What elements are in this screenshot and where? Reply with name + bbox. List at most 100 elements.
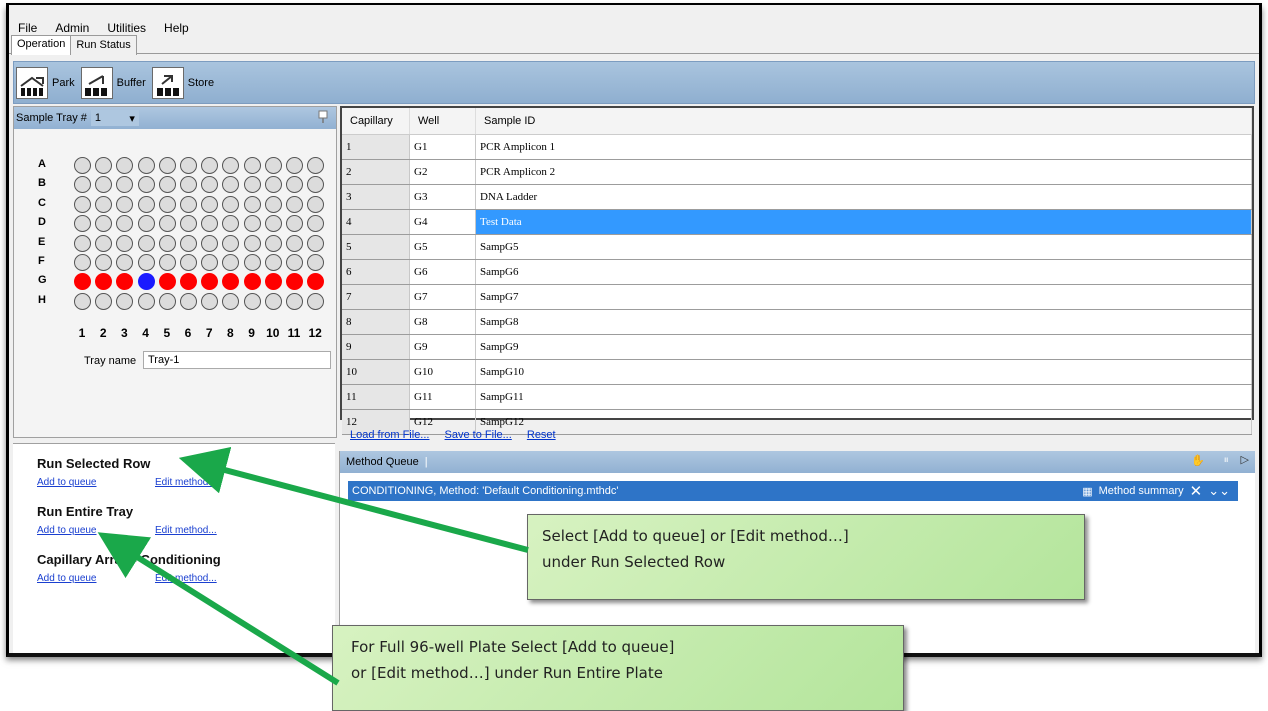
well-C9[interactable] [243, 195, 261, 213]
well-E11[interactable] [286, 234, 303, 252]
well-H12[interactable] [307, 292, 325, 310]
capillary-cell[interactable]: 10 [342, 359, 410, 385]
conditioning-add-to-queue-link[interactable]: Add to queue [37, 573, 97, 584]
well-A12[interactable] [307, 157, 325, 174]
capillary-cell[interactable]: 11 [342, 384, 410, 410]
well-E9[interactable] [243, 234, 261, 252]
well-B8[interactable] [222, 176, 240, 194]
well-cell[interactable]: G1 [409, 134, 476, 160]
well-A2[interactable] [95, 157, 113, 174]
well-H6[interactable] [180, 292, 197, 310]
well-F8[interactable] [222, 254, 240, 271]
double-chevron-down-icon[interactable]: ⌄⌄ [1208, 483, 1230, 499]
well-C7[interactable] [201, 195, 219, 213]
pause-icon[interactable]: ⏸ [1224, 454, 1230, 467]
well-E1[interactable] [74, 234, 91, 252]
well-G6[interactable] [180, 273, 197, 291]
capillary-cell[interactable]: 9 [342, 334, 410, 360]
well-H7[interactable] [201, 292, 219, 310]
well-A7[interactable] [201, 157, 219, 174]
selected-row-edit-method-link[interactable]: Edit method... [155, 477, 217, 488]
well-C2[interactable] [95, 195, 113, 213]
well-G5[interactable] [158, 273, 176, 291]
well-E6[interactable] [180, 234, 197, 252]
buffer-button[interactable]: Buffer [80, 66, 146, 99]
well-H2[interactable] [95, 292, 113, 310]
menu-help[interactable]: Help [155, 17, 198, 39]
well-E5[interactable] [158, 234, 176, 252]
sample-id-cell[interactable]: PCR Amplicon 1 [475, 134, 1252, 160]
entire-tray-add-to-queue-link[interactable]: Add to queue [37, 525, 97, 536]
well-cell[interactable]: G4 [409, 209, 476, 235]
well-cell[interactable]: G10 [409, 359, 476, 385]
conditioning-edit-method-link[interactable]: Edit method... [155, 573, 217, 584]
well-C8[interactable] [222, 195, 240, 213]
well-A6[interactable] [180, 157, 197, 174]
well-H5[interactable] [158, 292, 176, 310]
well-B6[interactable] [180, 176, 197, 194]
method-summary-link[interactable]: Method summary [1099, 485, 1184, 497]
well-D10[interactable] [264, 215, 282, 233]
well-H11[interactable] [286, 292, 303, 310]
well-E8[interactable] [222, 234, 240, 252]
table-row[interactable]: 4 G4 Test Data [342, 209, 1252, 235]
well-H9[interactable] [243, 292, 261, 310]
entire-tray-edit-method-link[interactable]: Edit method... [155, 525, 217, 536]
header-well[interactable]: Well [409, 108, 476, 135]
well-H3[interactable] [116, 292, 134, 310]
well-C6[interactable] [180, 195, 197, 213]
well-C4[interactable] [137, 195, 155, 213]
well-H10[interactable] [264, 292, 282, 310]
tab-operation[interactable]: Operation [11, 35, 72, 55]
capillary-cell[interactable]: 3 [342, 184, 410, 210]
well-C10[interactable] [264, 195, 282, 213]
table-row[interactable]: 6 G6 SampG6 [342, 259, 1252, 285]
well-F5[interactable] [158, 254, 176, 271]
well-F10[interactable] [264, 254, 282, 271]
well-E3[interactable] [116, 234, 134, 252]
table-row[interactable]: 2 G2 PCR Amplicon 2 [342, 159, 1252, 185]
sample-id-cell[interactable]: SampG12 [475, 409, 1252, 435]
well-G11[interactable] [286, 273, 303, 291]
well-C5[interactable] [158, 195, 176, 213]
well-G8[interactable] [222, 273, 240, 291]
well-G4[interactable] [137, 273, 155, 291]
well-cell[interactable]: G7 [409, 284, 476, 310]
well-F11[interactable] [286, 254, 303, 271]
sample-id-cell[interactable]: SampG11 [475, 384, 1252, 410]
well-E7[interactable] [201, 234, 219, 252]
well-D5[interactable] [158, 215, 176, 233]
well-A8[interactable] [222, 157, 240, 174]
header-capillary[interactable]: Capillary [342, 108, 410, 135]
capillary-cell[interactable]: 6 [342, 259, 410, 285]
well-C1[interactable] [74, 195, 91, 213]
well-D1[interactable] [74, 215, 91, 233]
sample-id-cell[interactable]: SampG5 [475, 234, 1252, 260]
well-A9[interactable] [243, 157, 261, 174]
sample-id-cell[interactable]: SampG9 [475, 334, 1252, 360]
well-B9[interactable] [243, 176, 261, 194]
well-C12[interactable] [307, 195, 325, 213]
tray-number-select[interactable]: 1 ▾ [90, 110, 139, 126]
tab-run-status[interactable]: Run Status [70, 35, 137, 55]
tray-name-input[interactable]: Tray-1 [143, 351, 331, 369]
well-cell[interactable]: G6 [409, 259, 476, 285]
well-F6[interactable] [180, 254, 197, 271]
header-sample-id[interactable]: Sample ID [475, 108, 1252, 135]
capillary-cell[interactable]: 5 [342, 234, 410, 260]
well-B7[interactable] [201, 176, 219, 194]
well-F12[interactable] [307, 254, 325, 271]
capillary-cell[interactable]: 8 [342, 309, 410, 335]
sample-id-cell[interactable]: DNA Ladder [475, 184, 1252, 210]
well-D3[interactable] [116, 215, 134, 233]
well-C11[interactable] [286, 195, 303, 213]
park-button[interactable]: Park [16, 66, 75, 99]
selected-row-add-to-queue-link[interactable]: Add to queue [37, 477, 97, 488]
sample-id-cell[interactable]: SampG8 [475, 309, 1252, 335]
well-E12[interactable] [307, 234, 325, 252]
well-D12[interactable] [307, 215, 325, 233]
well-B12[interactable] [307, 176, 325, 194]
well-F3[interactable] [116, 254, 134, 271]
table-row[interactable]: 1 G1 PCR Amplicon 1 [342, 134, 1252, 160]
well-cell[interactable]: G8 [409, 309, 476, 335]
